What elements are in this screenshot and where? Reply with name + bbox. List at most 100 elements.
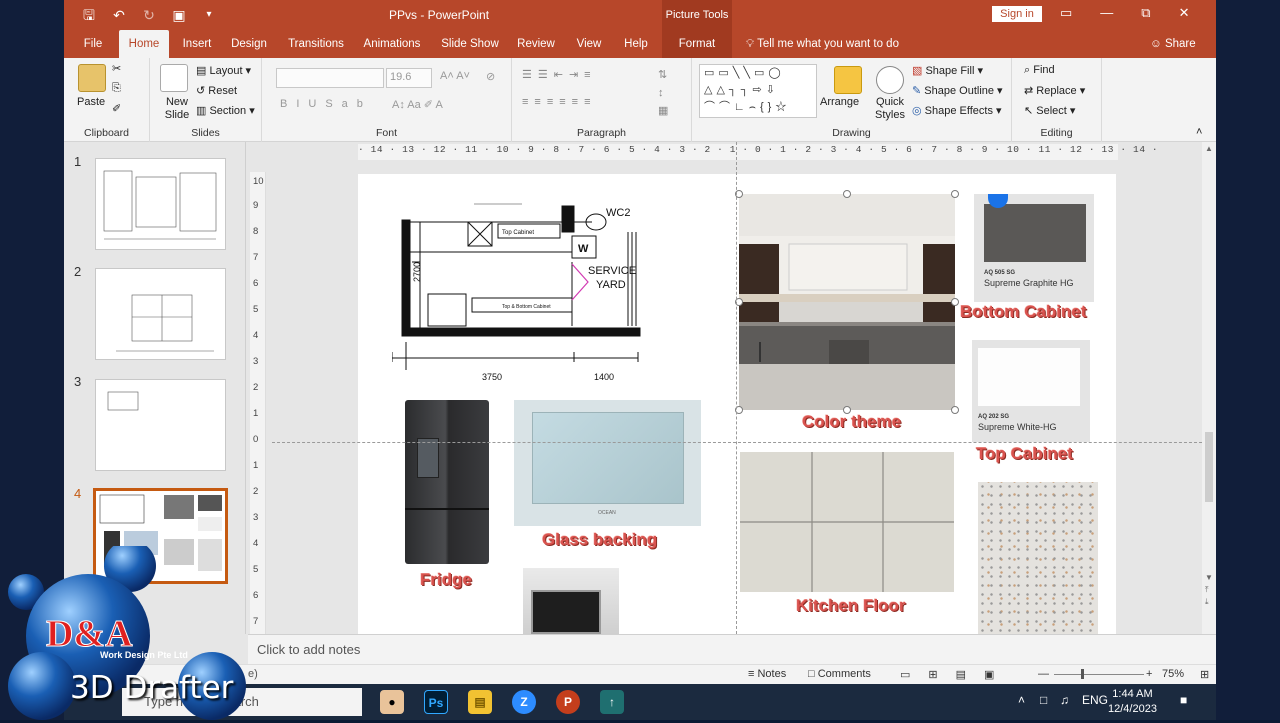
- clear-format-icon[interactable]: ⊘: [486, 70, 495, 83]
- font-grow-icon[interactable]: A˄ A˅: [440, 70, 470, 82]
- chrome-icon[interactable]: ●: [380, 690, 404, 714]
- fridge-label[interactable]: Fridge: [420, 570, 472, 590]
- restore-icon[interactable]: ⧉: [1141, 5, 1150, 21]
- sign-in-button[interactable]: Sign in: [992, 6, 1042, 22]
- zoom-slider[interactable]: [1054, 674, 1144, 675]
- new-slide-icon[interactable]: [160, 64, 188, 92]
- file-explorer-icon[interactable]: ▤: [468, 690, 492, 714]
- reset-button[interactable]: ↺ Reset: [196, 84, 237, 97]
- zoom-level[interactable]: 75%: [1162, 668, 1184, 680]
- glass-backing-label[interactable]: Glass backing: [542, 530, 657, 550]
- white-swatch[interactable]: AQ 202 SG Supreme White-HG: [972, 340, 1090, 442]
- tab-design[interactable]: Design: [227, 30, 271, 58]
- font-style-buttons[interactable]: BIUSab: [280, 98, 372, 110]
- close-icon[interactable]: ✕: [1179, 5, 1190, 21]
- language-indicator[interactable]: ENG: [1082, 693, 1108, 707]
- scrollbar-thumb[interactable]: [1205, 432, 1213, 502]
- fridge-image[interactable]: [405, 400, 489, 564]
- volume-icon[interactable]: ♫: [1060, 693, 1069, 707]
- replace-button[interactable]: ⇄ Replace ▾: [1024, 84, 1085, 97]
- scroll-up-icon[interactable]: ▲: [1205, 144, 1213, 153]
- paste-icon[interactable]: [78, 64, 106, 92]
- layout-button[interactable]: ▤ Layout ▾: [196, 64, 251, 77]
- kitchen-floor-image[interactable]: [740, 452, 954, 592]
- slide-thumbnail-2[interactable]: [95, 268, 226, 360]
- bottom-cabinet-label[interactable]: Bottom Cabinet: [960, 302, 1087, 322]
- share-button[interactable]: ☺ Share: [1150, 30, 1196, 58]
- photoshop-icon[interactable]: Ps: [424, 690, 448, 714]
- tab-insert[interactable]: Insert: [176, 30, 218, 58]
- resize-handle[interactable]: [951, 190, 959, 198]
- shape-outline-button[interactable]: ✎ Shape Outline ▾: [912, 84, 1003, 97]
- tab-transitions[interactable]: Transitions: [284, 30, 348, 58]
- format-painter-icon[interactable]: ✐: [112, 102, 121, 115]
- fit-to-window-icon[interactable]: ⊞: [1200, 668, 1209, 681]
- notifications-icon[interactable]: ■: [1180, 693, 1187, 707]
- ribbon-display-icon[interactable]: ▭: [1060, 5, 1072, 21]
- network-icon[interactable]: □: [1040, 693, 1047, 707]
- powerpoint-icon[interactable]: P: [556, 690, 580, 714]
- quick-styles-label[interactable]: Quick Styles: [870, 96, 910, 122]
- tray-chevron-icon[interactable]: ˄: [1018, 693, 1025, 707]
- shape-effects-button[interactable]: ◎ Shape Effects ▾: [912, 104, 1002, 117]
- zoom-slider-knob[interactable]: [1081, 669, 1084, 679]
- tab-home[interactable]: Home: [119, 30, 169, 58]
- present-icon[interactable]: ▣: [170, 6, 188, 24]
- zoom-in-button[interactable]: +: [1146, 668, 1152, 680]
- color-theme-label[interactable]: Color theme: [802, 412, 901, 432]
- slide-canvas[interactable]: 2700 WC2 W SERVICE YARD Top Cabinet Top …: [358, 174, 1116, 634]
- arrange-icon[interactable]: [834, 66, 862, 94]
- comments-button[interactable]: □ Comments: [808, 668, 871, 680]
- new-slide-label[interactable]: New Slide: [162, 96, 192, 122]
- font-size-dropdown[interactable]: 19.6: [386, 68, 432, 88]
- view-buttons[interactable]: ▭⊞▤▣: [900, 668, 1012, 681]
- oven-image[interactable]: [523, 568, 619, 634]
- shapes-gallery[interactable]: ▭▭╲╲▭◯ △△┐┐⇨⇩ ⌒⌒∟⌢{}☆: [699, 64, 817, 118]
- scroll-down-icons[interactable]: ▼ ⤒ ⤓: [1205, 572, 1213, 608]
- find-button[interactable]: ⌕ Find: [1024, 64, 1055, 77]
- app-icon[interactable]: ↑: [600, 690, 624, 714]
- resize-handle[interactable]: [843, 190, 851, 198]
- slide-thumbnail-3[interactable]: [95, 379, 226, 471]
- section-button[interactable]: ▥ Section ▾: [196, 104, 255, 117]
- tell-me-box[interactable]: 💡︎ Tell me what you want to do: [746, 30, 899, 58]
- notes-button[interactable]: ≡ Notes: [748, 668, 786, 680]
- kitchen-floor-plan[interactable]: 2700 WC2 W SERVICE YARD Top Cabinet Top …: [391, 202, 658, 390]
- tab-help[interactable]: Help: [618, 30, 654, 58]
- collapse-ribbon-icon[interactable]: ˄: [1196, 126, 1202, 138]
- paste-label[interactable]: Paste: [77, 96, 105, 108]
- tab-animations[interactable]: Animations: [360, 30, 424, 58]
- taskbar-clock[interactable]: 1:44 AM 12/4/2023: [1108, 687, 1157, 717]
- undo-icon[interactable]: ↶: [110, 6, 128, 24]
- shape-fill-button[interactable]: ▧ Shape Fill ▾: [912, 64, 983, 77]
- tab-format[interactable]: Format: [662, 30, 732, 58]
- redo-icon[interactable]: ↻: [140, 6, 158, 24]
- font-color-icon[interactable]: A↕ Aa ✐ A: [392, 98, 443, 111]
- color-theme-image[interactable]: [739, 194, 955, 410]
- copy-icon[interactable]: ⎘: [112, 82, 121, 95]
- cut-icon[interactable]: ✂: [112, 62, 121, 75]
- glass-backing-image[interactable]: OCEAN: [514, 400, 701, 526]
- minimize-icon[interactable]: —: [1100, 5, 1113, 21]
- text-direction-icons[interactable]: ⇅ ↕ ▦: [658, 66, 668, 120]
- vertical-scrollbar[interactable]: ▲ ▼ ⤒ ⤓: [1202, 142, 1216, 634]
- resize-handle[interactable]: [951, 406, 959, 414]
- tab-review[interactable]: Review: [516, 30, 556, 58]
- tab-slide-show[interactable]: Slide Show: [438, 30, 502, 58]
- font-name-dropdown[interactable]: [276, 68, 384, 88]
- zoom-app-icon[interactable]: Z: [512, 690, 536, 714]
- select-button[interactable]: ↖ Select ▾: [1024, 104, 1075, 117]
- graphite-swatch[interactable]: AQ 505 SG Supreme Graphite HG: [974, 194, 1094, 302]
- slide-thumbnail-1[interactable]: [95, 158, 226, 250]
- tab-view[interactable]: View: [570, 30, 608, 58]
- countertop-sample-image[interactable]: [978, 482, 1098, 634]
- arrange-label[interactable]: Arrange: [820, 96, 859, 108]
- quick-styles-icon[interactable]: [876, 66, 904, 94]
- resize-handle[interactable]: [951, 298, 959, 306]
- customize-qat-icon[interactable]: ▾: [200, 6, 218, 24]
- save-icon[interactable]: 🖫: [80, 6, 98, 24]
- tab-file[interactable]: File: [78, 30, 108, 58]
- align-icons[interactable]: ≡≡≡≡≡≡: [522, 96, 597, 108]
- zoom-out-button[interactable]: —: [1038, 668, 1049, 680]
- list-icons[interactable]: ☰☰⇤⇥≡: [522, 68, 597, 81]
